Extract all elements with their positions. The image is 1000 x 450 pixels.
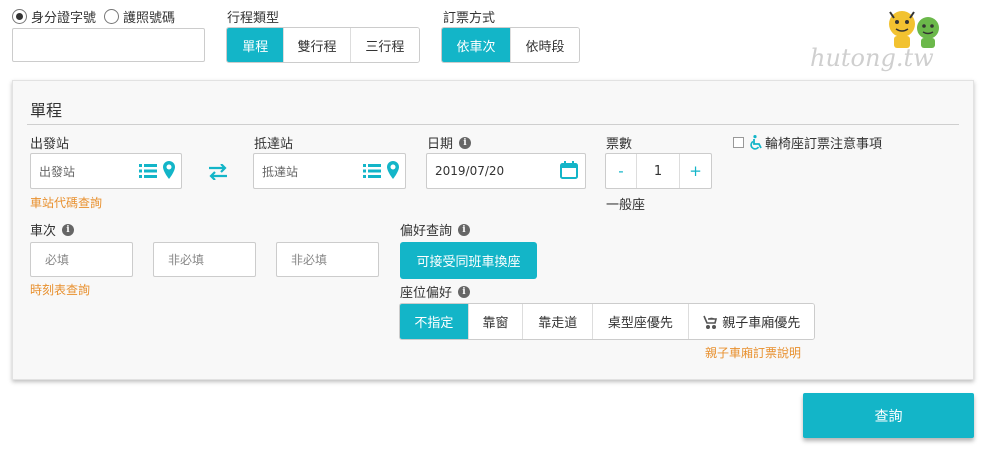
train-number-label: 車次 i [30, 220, 75, 239]
trip-type-two-legs[interactable]: 雙行程 [284, 28, 351, 62]
search-button[interactable]: 查詢 [803, 393, 974, 438]
id-type-radio-group: 身分證字號 護照號碼 [12, 6, 183, 26]
mascot-icon [889, 11, 939, 48]
map-pin-icon[interactable] [387, 161, 399, 183]
preference-label: 偏好查詢 i [400, 220, 471, 239]
map-pin-icon[interactable] [163, 161, 175, 183]
departure-placeholder: 出發站 [39, 164, 76, 179]
ticket-count-value[interactable]: 1 [637, 154, 680, 188]
trip-type-three-legs[interactable]: 三行程 [350, 28, 419, 62]
departure-label: 出發站 [30, 137, 70, 152]
seat-pref-table[interactable]: 桌型座優先 [593, 304, 689, 339]
wheelchair-notice: 輪椅座訂票注意事項 [733, 133, 882, 152]
wheelchair-icon [750, 135, 763, 150]
ticket-count-stepper: - 1 + [605, 153, 712, 189]
station-code-lookup-link[interactable]: 車站代碼查詢 [30, 194, 102, 211]
trip-type-segmented: 單程 雙行程 三行程 [226, 27, 420, 63]
date-label-text: 日期 [427, 137, 454, 152]
train-number-input-1[interactable]: 必填 [30, 242, 133, 277]
train-number-input-3[interactable]: 非必填 [276, 242, 379, 277]
radio-unchecked-icon [104, 8, 120, 24]
stroller-icon [702, 314, 718, 330]
seat-pref-family[interactable]: 親子車廂優先 [688, 304, 814, 339]
date-label: 日期 i [427, 133, 472, 152]
seat-preference-label-text: 座位偏好 [400, 286, 453, 301]
info-icon[interactable]: i [458, 285, 471, 298]
family-car-info-link[interactable]: 親子車廂訂票說明 [705, 344, 801, 361]
ticket-count-label: 票數 [606, 137, 633, 152]
booking-method-segmented: 依車次 依時段 [441, 27, 580, 63]
radio-checked-icon [12, 8, 27, 24]
id-type-radio-passport[interactable]: 護照號碼 [104, 7, 175, 26]
wheelchair-checkbox[interactable] [733, 137, 744, 148]
arrival-input[interactable]: 抵達站 [253, 153, 406, 189]
seat-pref-window[interactable]: 靠窗 [468, 304, 524, 339]
seat-pref-any[interactable]: 不指定 [400, 304, 469, 339]
swap-stations-icon[interactable] [207, 163, 229, 184]
booking-by-time[interactable]: 依時段 [511, 28, 579, 62]
booking-by-train[interactable]: 依車次 [442, 28, 511, 62]
train-number-placeholder-2: 非必填 [168, 253, 205, 267]
list-icon[interactable] [139, 163, 157, 183]
booking-method-label: 訂票方式 [443, 11, 496, 26]
departure-input[interactable]: 出發站 [30, 153, 182, 189]
seat-preference-label: 座位偏好 i [400, 282, 471, 301]
date-value: 2019/07/20 [435, 164, 505, 178]
form-title: 單程 [30, 101, 63, 120]
ticket-increment-button[interactable]: + [680, 154, 711, 188]
trip-type-one-way[interactable]: 單程 [227, 28, 285, 62]
seat-preference-segmented: 不指定 靠窗 靠走道 桌型座優先 親子車廂優先 [399, 303, 815, 340]
train-number-placeholder-3: 非必填 [291, 253, 328, 267]
info-icon[interactable]: i [458, 223, 471, 236]
logo-wordmark: hutong.tw [810, 44, 934, 72]
calendar-icon[interactable] [560, 161, 578, 183]
timetable-lookup-link[interactable]: 時刻表查詢 [30, 281, 90, 298]
booking-form-card: 單程 出發站 出發站 車站代碼查詢 抵達站 抵達站 日期 i 2019/07/2… [12, 80, 974, 380]
wheelchair-notice-label[interactable]: 輪椅座訂票注意事項 [765, 133, 882, 152]
train-number-label-text: 車次 [30, 224, 57, 239]
title-divider [27, 124, 959, 125]
train-number-input-2[interactable]: 非必填 [153, 242, 256, 277]
seat-pref-family-label: 親子車廂優先 [722, 316, 801, 331]
preference-label-text: 偏好查詢 [400, 224, 453, 239]
date-input[interactable]: 2019/07/20 [426, 153, 586, 189]
train-number-placeholder-1: 必填 [45, 253, 70, 267]
arrival-placeholder: 抵達站 [262, 164, 299, 179]
radio-label-national-id: 身分證字號 [31, 10, 97, 26]
info-icon[interactable]: i [62, 223, 75, 236]
id-type-radio-national-id[interactable]: 身分證字號 [12, 7, 96, 26]
hutong-logo: hutong.tw [810, 4, 950, 76]
info-icon[interactable]: i [459, 136, 472, 149]
id-number-input[interactable] [12, 28, 205, 62]
ticket-type-label: 一般座 [606, 198, 646, 213]
arrival-label: 抵達站 [254, 137, 294, 152]
seat-pref-aisle[interactable]: 靠走道 [523, 304, 594, 339]
radio-label-passport: 護照號碼 [123, 10, 176, 26]
trip-type-label: 行程類型 [227, 11, 280, 26]
list-icon[interactable] [363, 163, 381, 183]
accept-seat-change-button[interactable]: 可接受同班車換座 [400, 242, 537, 279]
ticket-decrement-button[interactable]: - [606, 154, 637, 188]
